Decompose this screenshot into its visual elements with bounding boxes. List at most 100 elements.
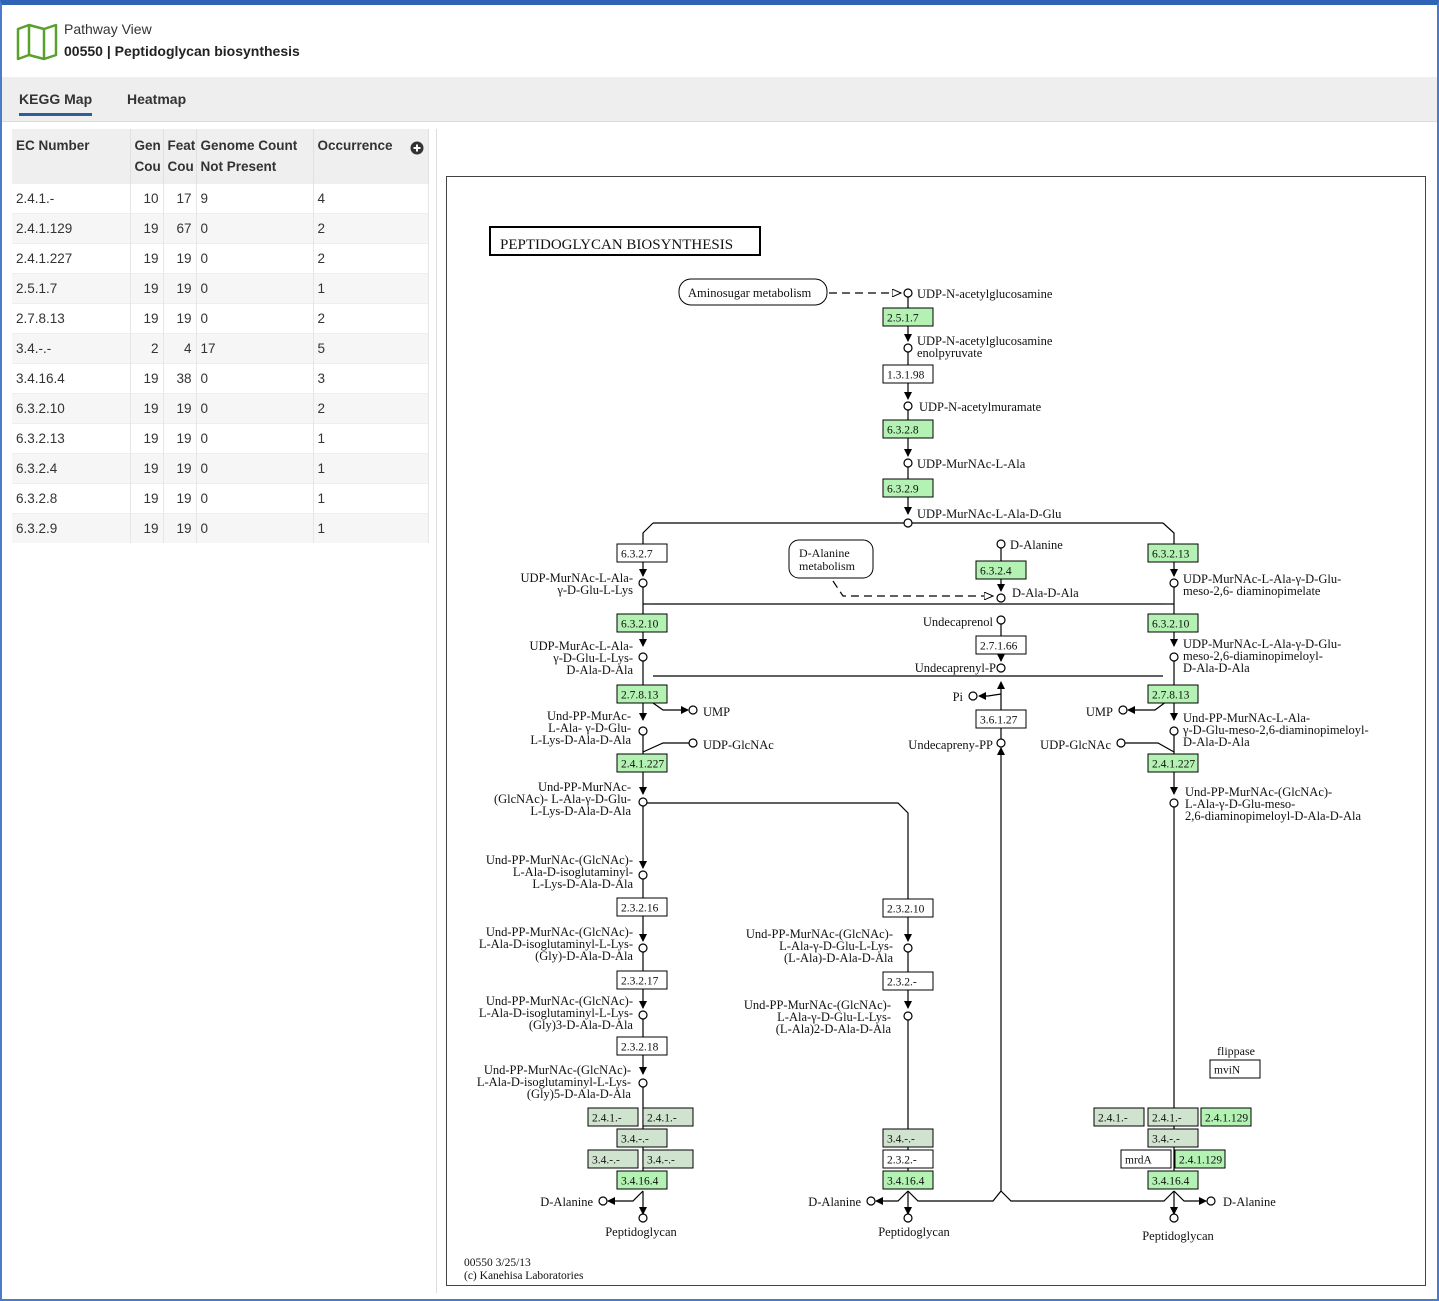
compound-label: Pi [953,690,964,704]
compound-node[interactable] [903,343,913,353]
compound-node[interactable] [1206,1196,1216,1206]
cell-genome-count: 19 [130,453,164,484]
compound-node[interactable] [903,1213,913,1223]
compound-label: Peptidoglycan [878,1225,950,1239]
compound-node[interactable] [638,1213,648,1223]
compound-node[interactable] [903,943,913,953]
compound-node[interactable] [1169,652,1179,662]
compound-node[interactable] [903,1011,913,1021]
cell-occurrence: 2 [313,303,429,334]
compound-label: Undecaprenol [923,615,994,629]
compound-node[interactable] [1169,578,1179,588]
enzyme-label: 6.3.2.10 [1152,619,1190,631]
map-footer-id: 00550 3/25/13 [464,1257,531,1269]
enzyme-label: 2.3.2.16 [621,903,659,915]
compound-node[interactable] [638,1078,648,1088]
cell-feature-count: 38 [163,363,197,394]
compound-node[interactable] [638,652,648,662]
enzyme-label: 2.4.1.227 [621,759,664,771]
compound-label: 2,6-diaminopimeloyl-D-Ala-D-Ala [1185,809,1361,823]
compound-label: enolpyruvate [917,346,983,360]
table-row[interactable]: 2.4.1.- 10 17 9 4 [12,183,429,214]
compound-node[interactable] [866,1196,876,1206]
enzyme-label: 2.4.1.- [1152,1113,1182,1125]
table-row[interactable]: 3.4.-.- 2 4 17 5 [12,333,429,364]
table-row[interactable]: 6.3.2.8 19 19 0 1 [12,483,429,514]
enzyme-label: 6.3.2.13 [1152,549,1190,561]
cell-genome-count-not-present: 9 [196,183,314,214]
cell-feature-count: 19 [163,453,197,484]
table-row[interactable]: 6.3.2.4 19 19 0 1 [12,453,429,484]
ec-table-panel: EC Number Gen Cou Feat Cou Genome Count … [12,129,437,1293]
compound-node[interactable] [996,615,1006,625]
cell-ec-number: 6.3.2.4 [12,453,131,484]
compound-node[interactable] [903,518,913,528]
compound-node[interactable] [903,288,913,298]
tab-heatmap[interactable]: Heatmap [127,91,186,107]
compound-node[interactable] [638,797,648,807]
compound-node[interactable] [688,705,698,715]
compound-node[interactable] [968,691,978,701]
compound-node[interactable] [638,578,648,588]
table-row[interactable]: 2.4.1.227 19 19 0 2 [12,243,429,274]
table-row[interactable]: 3.4.16.4 19 38 0 3 [12,363,429,394]
enzyme-label: 3.6.1.27 [980,715,1018,727]
compound-node[interactable] [996,539,1006,549]
compound-node[interactable] [1169,726,1179,736]
link-label: Aminosugar metabolism [688,286,812,300]
compound-node[interactable] [1118,705,1128,715]
compound-label: UDP-N-acetylmuramate [919,400,1042,414]
cell-ec-number: 2.4.1.227 [12,243,131,274]
table-row[interactable]: 6.3.2.13 19 19 0 1 [12,423,429,454]
cell-occurrence: 1 [313,273,429,304]
column-header-genome-count-not-present[interactable]: Genome Count Not Present [196,129,314,184]
cell-ec-number: 6.3.2.13 [12,423,131,454]
table-row[interactable]: 6.3.2.10 19 19 0 2 [12,393,429,424]
compound-node[interactable] [638,870,648,880]
table-row[interactable]: 2.4.1.129 19 67 0 2 [12,213,429,244]
compound-node[interactable] [996,663,1006,673]
column-header-occurrence[interactable]: Occurrence [313,129,429,184]
compound-node[interactable] [1116,738,1126,748]
cell-feature-count: 19 [163,243,197,274]
compound-node[interactable] [638,726,648,736]
column-header-feature-count[interactable]: Feat Cou [163,129,197,184]
cell-occurrence: 4 [313,183,429,214]
enzyme-label: mviN [1214,1065,1241,1077]
cell-genome-count-not-present: 0 [196,363,314,394]
enzyme-label: 2.3.2.- [887,1155,917,1167]
table-row[interactable]: 2.7.8.13 19 19 0 2 [12,303,429,334]
compound-label: Undecapreny-PP [908,738,993,752]
compound-label: UMP [703,705,730,719]
cell-occurrence: 1 [313,513,429,543]
cell-genome-count: 19 [130,423,164,454]
enzyme-label: 3.4.-.- [592,1155,620,1167]
cell-occurrence: 5 [313,333,429,364]
compound-node[interactable] [1169,798,1179,808]
window-frame: Pathway View 00550 | Peptidoglycan biosy… [0,0,1439,1301]
compound-node[interactable] [1169,1213,1179,1223]
compound-label: flippase [1217,1044,1255,1058]
compound-node[interactable] [903,458,913,468]
tab-kegg-map[interactable]: KEGG Map [19,91,93,116]
table-row[interactable]: 2.5.1.7 19 19 0 1 [12,273,429,304]
table-row[interactable]: 6.3.2.9 19 19 0 1 [12,513,429,543]
compound-label: L-Lys-D-Ala-D-Ala [532,877,633,891]
compound-node[interactable] [996,738,1006,748]
column-header-ec-number[interactable]: EC Number [12,129,131,184]
compound-label: UMP [1086,705,1113,719]
column-header-genome-count[interactable]: Gen Cou [130,129,164,184]
compound-node[interactable] [996,593,1006,603]
compound-label: D-Alanine [1223,1195,1276,1209]
compound-node[interactable] [903,401,913,411]
add-column-icon[interactable] [410,141,424,155]
compound-node[interactable] [688,738,698,748]
enzyme-label: 2.4.1.- [1098,1113,1128,1125]
compound-node[interactable] [638,943,648,953]
compound-node[interactable] [638,1010,648,1020]
compound-label: UDP-N-acetylglucosamine [917,287,1053,301]
enzyme-label: 2.5.1.7 [887,313,919,325]
compound-node[interactable] [598,1196,608,1206]
compound-label: Undecaprenyl-P [915,661,996,675]
cell-feature-count: 67 [163,213,197,244]
